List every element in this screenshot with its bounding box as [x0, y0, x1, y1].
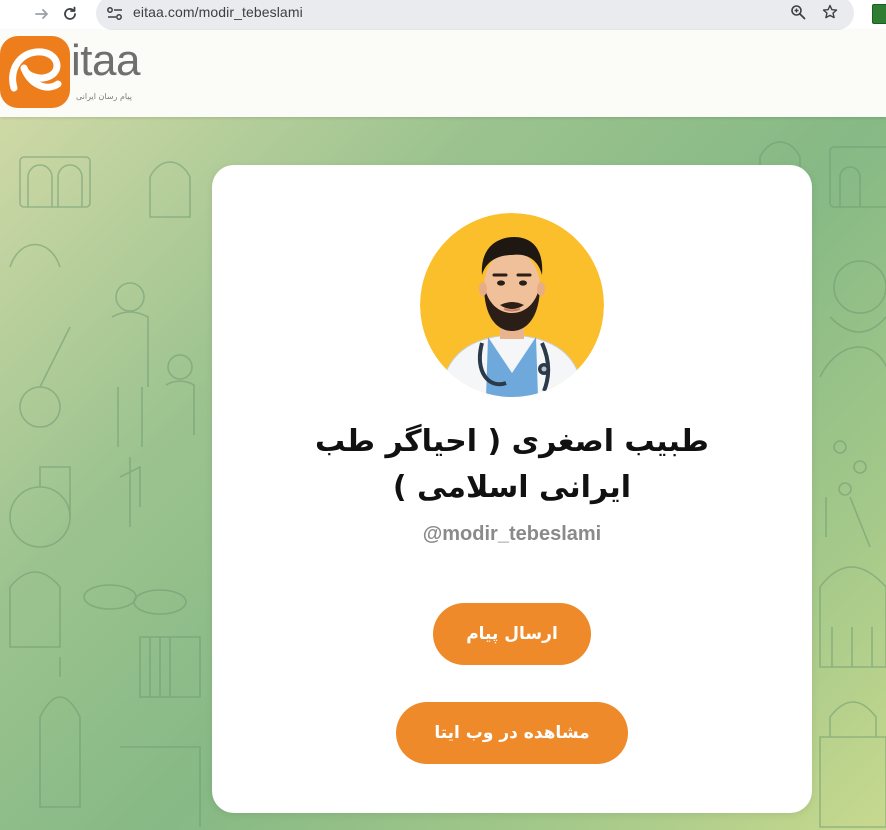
eitaa-logo-icon[interactable]: [0, 36, 72, 110]
reload-icon[interactable]: [58, 3, 82, 25]
forward-icon[interactable]: [30, 3, 54, 25]
profile-card: طبیب اصغری ( احیاگر طب ایرانی اسلامی ) @…: [212, 165, 812, 813]
extension-icon[interactable]: [872, 4, 886, 24]
zoom-icon[interactable]: [788, 2, 808, 22]
send-message-button[interactable]: ارسال پیام: [433, 603, 591, 665]
profile-name: طبیب اصغری ( احیاگر طب ایرانی اسلامی ): [315, 424, 709, 505]
doctor-avatar-icon: [420, 213, 604, 397]
bookmark-star-icon[interactable]: [820, 2, 840, 22]
logo-wordmark: itaa: [71, 36, 140, 85]
logo-tagline: پیام رسان ایرانی: [76, 92, 132, 101]
view-in-web-button[interactable]: مشاهده در وب ایتا: [396, 702, 628, 764]
address-bar[interactable]: eitaa.com/modir_tebeslami: [96, 0, 854, 30]
url-text[interactable]: eitaa.com/modir_tebeslami: [133, 2, 303, 22]
browser-toolbar: eitaa.com/modir_tebeslami: [0, 0, 886, 30]
app-header: itaa پیام رسان ایرانی: [0, 30, 886, 117]
profile-username: @modir_tebeslami: [422, 523, 602, 545]
site-info-icon[interactable]: [106, 6, 124, 22]
